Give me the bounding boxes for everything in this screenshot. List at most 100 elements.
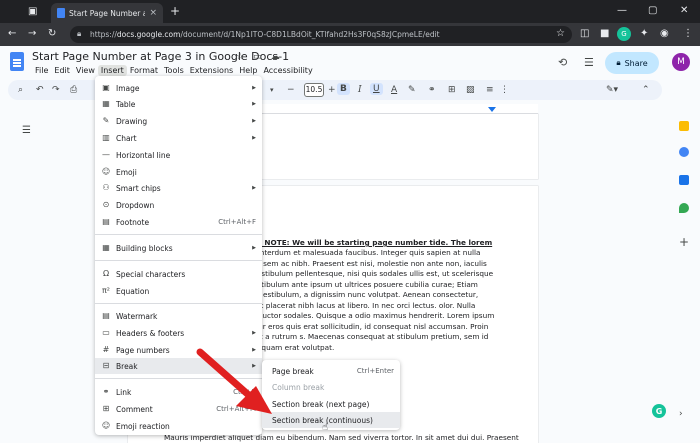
menu-item-table[interactable]: ▦ Table ▶ bbox=[95, 96, 262, 112]
redo-icon[interactable]: ↷ bbox=[52, 84, 60, 96]
profile-icon[interactable]: ◉ bbox=[660, 29, 669, 39]
browser-tab[interactable]: Start Page Number at Page 3 in × bbox=[51, 3, 163, 23]
link-toolbar-icon[interactable]: ⚭ bbox=[428, 84, 436, 96]
headers-footers-icon: ▭ bbox=[102, 328, 110, 337]
font-chevron-icon[interactable]: ▾ bbox=[270, 84, 274, 96]
menu-divider bbox=[95, 260, 262, 261]
move-folder-icon[interactable]: ▭ bbox=[253, 52, 262, 62]
extension-red-icon[interactable]: ■ bbox=[600, 29, 609, 39]
grammarly-extension-icon[interactable]: G bbox=[617, 27, 631, 41]
menu-item-image[interactable]: ▣ Image ▶ bbox=[95, 80, 262, 96]
menu-item-watermark[interactable]: ▤ Watermark bbox=[95, 308, 262, 324]
docs-logo-icon[interactable] bbox=[10, 52, 24, 71]
extensions-puzzle-icon[interactable]: ✦ bbox=[640, 29, 648, 39]
menu-accessibility[interactable]: Accessibility bbox=[260, 65, 315, 76]
menu-format[interactable]: Format bbox=[127, 65, 161, 76]
submenu-arrow-icon: ▶ bbox=[252, 135, 256, 141]
close-window-icon[interactable]: ✕ bbox=[680, 6, 688, 16]
menu-item-equation[interactable]: π² Equation bbox=[95, 283, 262, 299]
comments-icon[interactable]: ☰ bbox=[584, 56, 594, 69]
decrease-font-icon[interactable]: − bbox=[287, 84, 295, 96]
grammarly-badge-icon[interactable]: G bbox=[652, 404, 666, 418]
menu-item-emoji-reaction[interactable]: ☺ Emoji reaction bbox=[95, 418, 262, 434]
submenu-item-section-break-next-page[interactable]: Section break (next page) bbox=[262, 396, 400, 412]
document-outline-icon[interactable]: ☰ bbox=[22, 125, 31, 136]
font-size-input[interactable]: 10.5 bbox=[304, 83, 324, 97]
maps-icon[interactable] bbox=[679, 203, 689, 213]
tasks-icon[interactable] bbox=[679, 147, 689, 157]
underline-button[interactable]: U bbox=[370, 83, 383, 95]
url-prefix: https:// bbox=[90, 30, 117, 39]
indent-marker[interactable] bbox=[488, 107, 496, 112]
submenu-item-section-break-continuous[interactable]: Section break (continuous) bbox=[262, 412, 400, 428]
menu-file[interactable]: File bbox=[32, 65, 51, 76]
menu-help[interactable]: Help bbox=[236, 65, 260, 76]
browser-tab-bar: ▣ Start Page Number at Page 3 in × + — ▢… bbox=[0, 0, 700, 23]
reload-icon[interactable]: ↻ bbox=[48, 29, 56, 39]
cloud-status-icon[interactable]: ☁ bbox=[271, 52, 280, 62]
share-button[interactable]: 🔒︎ Share bbox=[605, 52, 659, 74]
menu-item-drawing[interactable]: ✎ Drawing ▶ bbox=[95, 113, 262, 129]
submenu-arrow-icon: ▶ bbox=[252, 245, 256, 251]
menu-divider bbox=[95, 303, 262, 304]
menu-edit[interactable]: Edit bbox=[51, 65, 73, 76]
menu-item-chart[interactable]: ▥ Chart ▶ bbox=[95, 130, 262, 146]
maximize-icon[interactable]: ▢ bbox=[648, 6, 657, 16]
avatar[interactable]: M bbox=[672, 53, 690, 71]
bold-button[interactable]: B bbox=[337, 83, 350, 95]
url-input[interactable]: 🔒︎ https://docs.google.com/document/d/1N… bbox=[70, 26, 572, 43]
version-history-icon[interactable]: ⟲ bbox=[558, 56, 567, 69]
menu-item-emoji[interactable]: ☺ Emoji bbox=[95, 164, 262, 180]
submenu-arrow-icon: ▶ bbox=[252, 85, 256, 91]
browser-menu-icon[interactable]: ⋮ bbox=[683, 29, 693, 39]
collapse-toolbar-icon[interactable]: ⌃ bbox=[642, 84, 650, 96]
back-icon[interactable]: ← bbox=[8, 29, 16, 39]
menu-item-headers-footers[interactable]: ▭ Headers & footers ▶ bbox=[95, 325, 262, 341]
italic-button[interactable]: I bbox=[358, 84, 362, 96]
search-menus-icon[interactable]: ⌕ bbox=[18, 84, 23, 96]
minimize-icon[interactable]: — bbox=[617, 6, 627, 16]
print-icon[interactable]: ⎙ bbox=[70, 84, 77, 96]
menu-item-dropdown[interactable]: ⊙ Dropdown bbox=[95, 197, 262, 213]
star-icon[interactable]: ☆ bbox=[236, 52, 244, 62]
keep-icon[interactable] bbox=[679, 121, 689, 131]
undo-icon[interactable]: ↶ bbox=[36, 84, 44, 96]
bookmark-star-icon[interactable]: ☆ bbox=[556, 29, 565, 39]
more-options-icon[interactable]: ⋮ bbox=[500, 84, 509, 96]
menu-item-smart-chips[interactable]: ⚇ Smart chips ▶ bbox=[95, 180, 262, 196]
pocket-icon[interactable]: ◫ bbox=[580, 29, 589, 39]
highlight-icon[interactable]: ✎ bbox=[408, 84, 416, 96]
editing-mode-icon[interactable]: ✎▾ bbox=[606, 84, 618, 96]
contacts-icon[interactable] bbox=[679, 175, 689, 185]
menu-item-break[interactable]: ⊟ Break ▶ bbox=[95, 358, 262, 374]
building-blocks-icon: ▦ bbox=[102, 243, 110, 252]
menu-insert[interactable]: Insert bbox=[97, 65, 127, 76]
add-addon-icon[interactable]: + bbox=[679, 235, 689, 249]
image-icon: ▣ bbox=[102, 83, 110, 92]
tab-close-icon[interactable]: × bbox=[149, 8, 157, 18]
expand-panel-icon[interactable]: › bbox=[679, 409, 683, 419]
menu-view[interactable]: View bbox=[73, 65, 98, 76]
comment-toolbar-icon[interactable]: ⊞ bbox=[448, 84, 456, 96]
menu-item-horizontal-line[interactable]: — Horizontal line bbox=[95, 147, 262, 163]
docs-menubar: File Edit View Insert Format Tools Exten… bbox=[32, 65, 316, 76]
mouse-pointer-icon: ☝ bbox=[322, 422, 329, 433]
forward-icon[interactable]: → bbox=[28, 29, 36, 39]
insert-menu: ▣ Image ▶ ▦ Table ▶ ✎ Drawing ▶ ▥ Chart ▶ — Horiz… bbox=[95, 76, 262, 435]
menu-item-footnote[interactable]: ▤ Footnote Ctrl+Alt+F bbox=[95, 214, 262, 230]
align-icon[interactable]: ≡ bbox=[486, 84, 494, 96]
text-color-button[interactable]: A bbox=[391, 84, 397, 96]
menu-item-comment[interactable]: ⊞ Comment Ctrl+Alt+M bbox=[95, 401, 262, 417]
new-tab-button[interactable]: + bbox=[170, 5, 180, 17]
image-toolbar-icon[interactable]: ▨ bbox=[466, 84, 475, 96]
tab-search-icon[interactable]: ▣ bbox=[28, 7, 37, 17]
menu-item-building-blocks[interactable]: ▦ Building blocks ▶ bbox=[95, 240, 262, 256]
menu-item-link[interactable]: ⚭ Link Ctrl+K bbox=[95, 384, 262, 400]
increase-font-icon[interactable]: + bbox=[328, 84, 336, 96]
menu-tools[interactable]: Tools bbox=[161, 65, 187, 76]
submenu-arrow-icon: ▶ bbox=[252, 347, 256, 353]
submenu-item-page-break[interactable]: Page break Ctrl+Enter bbox=[262, 363, 400, 379]
menu-item-page-numbers[interactable]: # Page numbers ▶ bbox=[95, 342, 262, 358]
menu-item-special-characters[interactable]: Ω Special characters bbox=[95, 266, 262, 282]
menu-extensions[interactable]: Extensions bbox=[187, 65, 236, 76]
